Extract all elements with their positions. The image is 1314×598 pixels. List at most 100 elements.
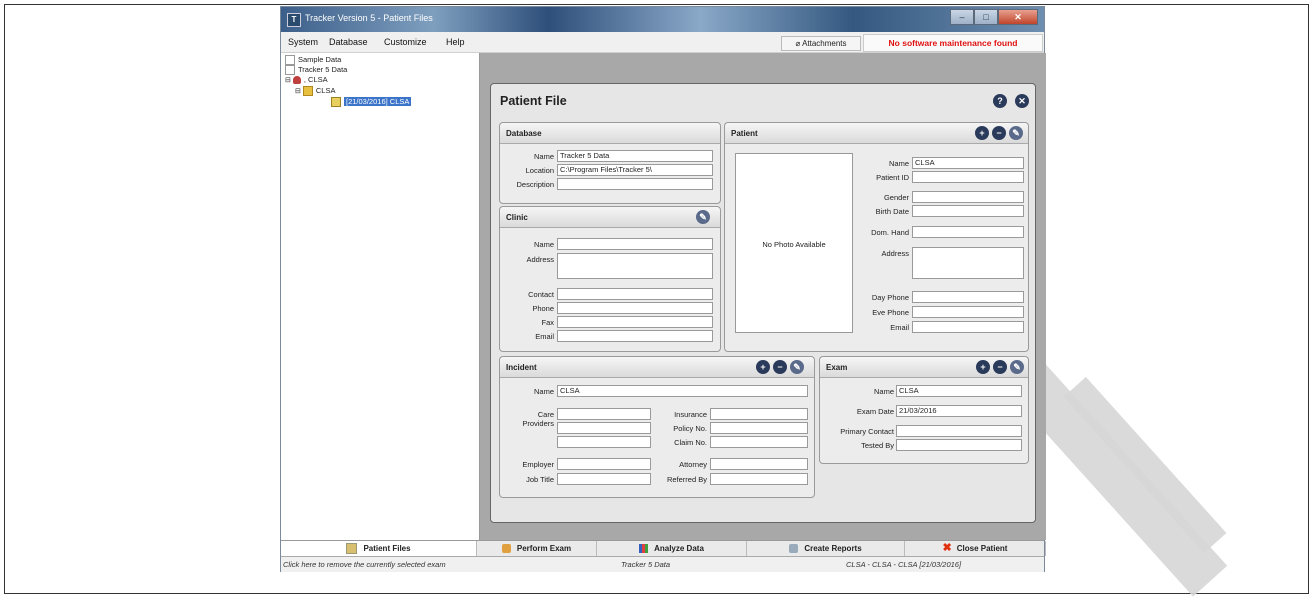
- clinic-section: Clinic ✎ Name Address Contact Phone Fax …: [499, 206, 721, 352]
- patient-address-field[interactable]: [912, 247, 1024, 279]
- clinic-email-field[interactable]: [557, 330, 713, 342]
- referred-by-label: Referred By: [666, 475, 707, 484]
- exam-date-label: Exam Date: [856, 407, 894, 416]
- close-window-button[interactable]: ✕: [998, 9, 1038, 25]
- add-exam-icon[interactable]: +: [976, 360, 990, 374]
- insurance-label: Insurance: [674, 410, 707, 419]
- job-title-field[interactable]: [557, 473, 651, 485]
- incident-section: Incident + − ✎ Name CLSA Care Providers …: [499, 356, 815, 498]
- clinic-contact-field[interactable]: [557, 288, 713, 300]
- tab-analyze-data[interactable]: Analyze Data: [597, 541, 747, 556]
- care-provider-field-2[interactable]: [557, 422, 651, 434]
- clinic-phone-label: Phone: [532, 304, 554, 313]
- menu-system[interactable]: System: [288, 37, 318, 47]
- patient-day-phone-field[interactable]: [912, 291, 1024, 303]
- database-description-field[interactable]: [557, 178, 713, 190]
- employer-field[interactable]: [557, 458, 651, 470]
- close-icon[interactable]: ✕: [1015, 94, 1029, 108]
- policy-no-label: Policy No.: [673, 424, 707, 433]
- employer-label: Employer: [522, 460, 554, 469]
- attachments-button[interactable]: ⌀ Attachments: [781, 36, 861, 51]
- clinic-fax-field[interactable]: [557, 316, 713, 328]
- tested-by-field[interactable]: [896, 439, 1022, 451]
- bar-chart-icon: [639, 544, 649, 554]
- database-title: Database: [506, 129, 542, 138]
- maintenance-notice[interactable]: No software maintenance found: [863, 34, 1043, 52]
- add-patient-icon[interactable]: +: [975, 126, 989, 140]
- edit-patient-icon[interactable]: ✎: [1009, 126, 1023, 140]
- patient-files-icon: [346, 543, 358, 555]
- exam-name-label: Name: [873, 387, 894, 396]
- edit-incident-icon[interactable]: ✎: [790, 360, 804, 374]
- tab-close-patient[interactable]: ✖ Close Patient: [905, 541, 1046, 556]
- remove-patient-icon[interactable]: −: [992, 126, 1006, 140]
- claim-no-field[interactable]: [710, 436, 808, 448]
- care-label: Care: [537, 410, 554, 419]
- patient-photo[interactable]: No Photo Available: [735, 153, 853, 333]
- patient-title: Patient: [731, 129, 758, 138]
- edit-exam-icon[interactable]: ✎: [1010, 360, 1024, 374]
- tree-item-exam[interactable]: [21/03/2016] CLSA: [331, 97, 412, 108]
- exam-title: Exam: [826, 363, 848, 372]
- care-provider-field-3[interactable]: [557, 436, 651, 448]
- menu-database[interactable]: Database: [329, 37, 368, 47]
- database-location-field[interactable]: C:\Program Files\Tracker 5\: [557, 164, 713, 176]
- app-window: T Tracker Version 5 - Patient Files – □ …: [280, 6, 1046, 572]
- exam-name-field[interactable]: CLSA: [896, 385, 1022, 397]
- primary-contact-field[interactable]: [896, 425, 1022, 437]
- patient-birth-date-label: Birth Date: [875, 207, 909, 216]
- clinic-name-field[interactable]: [557, 238, 713, 250]
- patient-name-field[interactable]: CLSA: [912, 157, 1024, 169]
- database-name-label: Name: [533, 152, 554, 161]
- remove-exam-icon[interactable]: −: [993, 360, 1007, 374]
- patient-email-label: Email: [890, 323, 909, 332]
- printer-icon: [789, 544, 799, 554]
- status-database: Tracker 5 Data: [621, 560, 671, 569]
- database-section: Database Name Tracker 5 Data Location C:…: [499, 122, 721, 204]
- insurance-field[interactable]: [710, 408, 808, 420]
- add-incident-icon[interactable]: +: [756, 360, 770, 374]
- menu-customize[interactable]: Customize: [384, 37, 427, 47]
- tree-item-patient[interactable]: ⊟, CLSA: [285, 75, 328, 85]
- patient-gender-field[interactable]: [912, 191, 1024, 203]
- referred-by-field[interactable]: [710, 473, 808, 485]
- menu-bar: System Database Customize Help ⌀ Attachm…: [281, 32, 1044, 53]
- patient-dom-hand-field[interactable]: [912, 226, 1024, 238]
- database-name-field[interactable]: Tracker 5 Data: [557, 150, 713, 162]
- tab-create-reports[interactable]: Create Reports: [747, 541, 905, 556]
- tab-patient-files[interactable]: Patient Files: [281, 541, 477, 556]
- maximize-button[interactable]: □: [974, 9, 998, 25]
- remove-incident-icon[interactable]: −: [773, 360, 787, 374]
- incident-name-field[interactable]: CLSA: [557, 385, 808, 397]
- patient-gender-label: Gender: [883, 193, 909, 202]
- clinic-fax-label: Fax: [541, 318, 554, 327]
- exam-date-field[interactable]: 21/03/2016: [896, 405, 1022, 417]
- patient-eve-phone-field[interactable]: [912, 306, 1024, 318]
- menu-help[interactable]: Help: [446, 37, 465, 47]
- patient-birth-date-field[interactable]: [912, 205, 1024, 217]
- tree-item-tracker-5-data[interactable]: Tracker 5 Data: [285, 65, 347, 76]
- perform-exam-icon: [501, 544, 511, 554]
- clinic-address-field[interactable]: [557, 253, 713, 279]
- care-provider-field-1[interactable]: [557, 408, 651, 420]
- person-icon: [292, 76, 301, 85]
- clinic-header: Clinic: [500, 207, 720, 228]
- help-icon[interactable]: ?: [993, 94, 1007, 108]
- clinic-phone-field[interactable]: [557, 302, 713, 314]
- attorney-field[interactable]: [710, 458, 808, 470]
- tree-item-incident[interactable]: ⊟ CLSA: [295, 86, 335, 97]
- database-location-label: Location: [525, 166, 554, 175]
- clinic-address-label: Address: [526, 255, 554, 264]
- minimize-button[interactable]: –: [950, 9, 974, 25]
- policy-no-field[interactable]: [710, 422, 808, 434]
- patient-id-field[interactable]: [912, 171, 1024, 183]
- tab-perform-exam[interactable]: Perform Exam: [477, 541, 597, 556]
- tree-item-sample-data[interactable]: Sample Data: [285, 55, 341, 66]
- primary-contact-label: Primary Contact: [840, 427, 894, 436]
- database-icon: [285, 55, 295, 66]
- edit-clinic-icon[interactable]: ✎: [696, 210, 710, 224]
- window-controls: – □ ✕: [950, 9, 1038, 25]
- close-patient-icon: ✖: [942, 542, 952, 554]
- database-icon: [285, 65, 295, 76]
- patient-email-field[interactable]: [912, 321, 1024, 333]
